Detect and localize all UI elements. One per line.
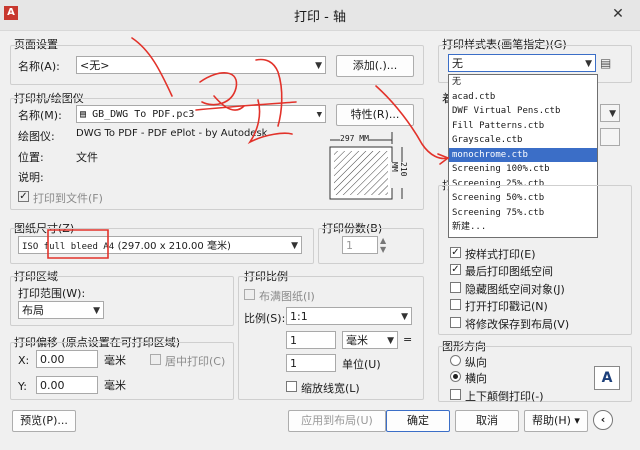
equals-sign: =: [403, 333, 413, 346]
plot-range-select[interactable]: 布局 ▼: [18, 301, 104, 319]
chevron-down-icon: ▼: [315, 61, 322, 71]
scale-unit-select[interactable]: 毫米 ▼: [342, 331, 398, 349]
plotter-label: 绘图仪:: [18, 130, 55, 143]
add-page-setup-button[interactable]: 添加(.)...: [336, 55, 414, 77]
plot-range-label: 打印范围(W):: [18, 287, 86, 300]
plot-option-checkbox[interactable]: [450, 299, 461, 310]
help-button[interactable]: 帮助(H) ▾: [524, 410, 588, 432]
printer-name-label: 名称(M):: [18, 109, 62, 122]
scale-drawing-input[interactable]: 1: [286, 354, 336, 372]
chevron-down-icon: ▼: [609, 109, 616, 119]
style-table-select[interactable]: 无 ▼: [448, 54, 596, 72]
portrait-radio[interactable]: [450, 355, 461, 366]
plot-option-checkbox[interactable]: ✓: [450, 247, 461, 258]
portrait-label: 纵向: [465, 356, 487, 369]
edit-style-icon[interactable]: ▤: [600, 56, 614, 70]
plot-option-label: 将修改保存到布局(V): [465, 318, 570, 331]
chevron-down-icon: ▼: [401, 312, 408, 322]
dpi-field-partial[interactable]: [600, 128, 620, 146]
plotter-value: DWG To PDF - PDF ePlot - by Autodesk: [76, 128, 268, 139]
copies-spinner-icon[interactable]: ▲ ▼: [380, 236, 386, 254]
printer-select[interactable]: ▤ GB_DWG To PDF.pc3 ▼: [76, 105, 326, 123]
plot-option-label: 最后打印图纸空间: [465, 265, 553, 278]
copies-input[interactable]: 1: [342, 236, 378, 254]
chevron-down-icon: ▼: [291, 241, 298, 251]
paper-size-dims: (297.00 x 210.00 毫米): [117, 241, 231, 252]
offset-x-input[interactable]: 0.00: [36, 350, 98, 368]
scale-lineweights-checkbox[interactable]: [286, 381, 297, 392]
plot-option-label: 按样式打印(E): [465, 248, 536, 261]
plot-option-label: 隐藏图纸空间对象(J): [465, 283, 565, 296]
location-label: 位置:: [18, 151, 44, 164]
plot-option-checkbox[interactable]: [450, 317, 461, 328]
orientation-paper-icon: A: [594, 366, 620, 390]
unit-label: 单位(U): [342, 358, 381, 371]
plot-option-checkbox[interactable]: [450, 282, 461, 293]
upside-down-label: 上下颠倒打印(-): [465, 390, 544, 403]
page-setup-name-label: 名称(A):: [18, 60, 60, 73]
fit-to-paper-checkbox[interactable]: [244, 289, 255, 300]
preview-button[interactable]: 预览(P)...: [12, 410, 76, 432]
properties-button[interactable]: 特性(R)...: [336, 104, 414, 126]
style-table-option[interactable]: monochrome.ctb: [449, 147, 597, 162]
style-table-option[interactable]: DWF Virtual Pens.ctb: [449, 104, 597, 119]
offset-y-input[interactable]: 0.00: [36, 376, 98, 394]
printer-select-value: GB_DWG To PDF.pc3: [92, 109, 195, 120]
chevron-down-icon: ▼: [316, 110, 322, 120]
paper-preview: 297 MM 210 MM: [328, 132, 412, 202]
annotation-stroke-8: [437, 153, 450, 165]
offset-y-label: Y:: [18, 380, 27, 393]
center-plot-checkbox[interactable]: [150, 354, 161, 365]
location-value: 文件: [76, 151, 98, 164]
style-table-value: 无: [452, 57, 463, 70]
plot-option-checkbox[interactable]: ✓: [450, 264, 461, 275]
scale-value: 1:1: [290, 310, 308, 323]
chevron-down-icon: ▼: [93, 306, 100, 316]
chevron-down-icon: ▼: [585, 59, 592, 69]
close-icon[interactable]: ✕: [608, 6, 628, 24]
chevron-down-icon: ▼: [387, 336, 394, 346]
style-table-option[interactable]: Fill Patterns.ctb: [449, 119, 597, 134]
scale-label: 比例(S):: [244, 312, 286, 325]
style-table-option[interactable]: Screening 100%.ctb: [449, 162, 597, 177]
page-setup-select[interactable]: <无> ▼: [76, 56, 326, 74]
help-button-label: 帮助(H): [532, 414, 571, 427]
scale-lineweights-label: 缩放线宽(L): [301, 382, 360, 395]
offset-x-label: X:: [18, 354, 30, 367]
offset-x-unit: 毫米: [104, 354, 126, 367]
paper-size-select[interactable]: ISO full bleed A4 (297.00 x 210.00 毫米) ▼: [18, 236, 302, 254]
cancel-button[interactable]: 取消: [455, 410, 519, 432]
landscape-label: 横向: [465, 372, 487, 385]
page-setup-select-value: <无>: [80, 59, 110, 72]
plot-range-value: 布局: [22, 304, 44, 317]
window-title: 打印 - 轴: [294, 10, 346, 25]
less-options-icon[interactable]: ‹: [593, 410, 613, 430]
title-bar: A 打印 - 轴 ✕: [0, 0, 640, 31]
printer-icon: ▤: [80, 109, 87, 120]
plot-option-label: 打开打印戳记(N): [465, 300, 548, 313]
ok-button[interactable]: 确定: [386, 410, 450, 432]
apply-to-layout-button[interactable]: 应用到布局(U): [288, 410, 386, 432]
chevron-down-icon: ▾: [574, 414, 580, 427]
style-table-option[interactable]: 无: [449, 75, 597, 90]
landscape-radio[interactable]: [450, 371, 461, 382]
style-table-option[interactable]: acad.ctb: [449, 90, 597, 105]
upside-down-checkbox[interactable]: [450, 389, 461, 400]
preview-height-label: 210 MM: [390, 162, 408, 188]
scale-unit-value: 毫米: [346, 334, 368, 347]
fit-to-paper-label: 布满图纸(I): [259, 290, 315, 303]
plot-to-file-label: 打印到文件(F): [33, 192, 103, 205]
style-table-option[interactable]: Grayscale.ctb: [449, 133, 597, 148]
paper-size-name: ISO full bleed A4: [22, 242, 115, 252]
preview-width-label: 297 MM: [340, 134, 369, 143]
center-plot-label: 居中打印(C): [165, 355, 226, 368]
offset-y-unit: 毫米: [104, 379, 126, 392]
plot-to-file-checkbox[interactable]: ✓: [18, 191, 29, 202]
quality-select-partial[interactable]: ▼: [600, 104, 620, 122]
description-label: 说明:: [18, 171, 44, 184]
scale-select[interactable]: 1:1 ▼: [286, 307, 412, 325]
scale-paper-input[interactable]: 1: [286, 331, 336, 349]
